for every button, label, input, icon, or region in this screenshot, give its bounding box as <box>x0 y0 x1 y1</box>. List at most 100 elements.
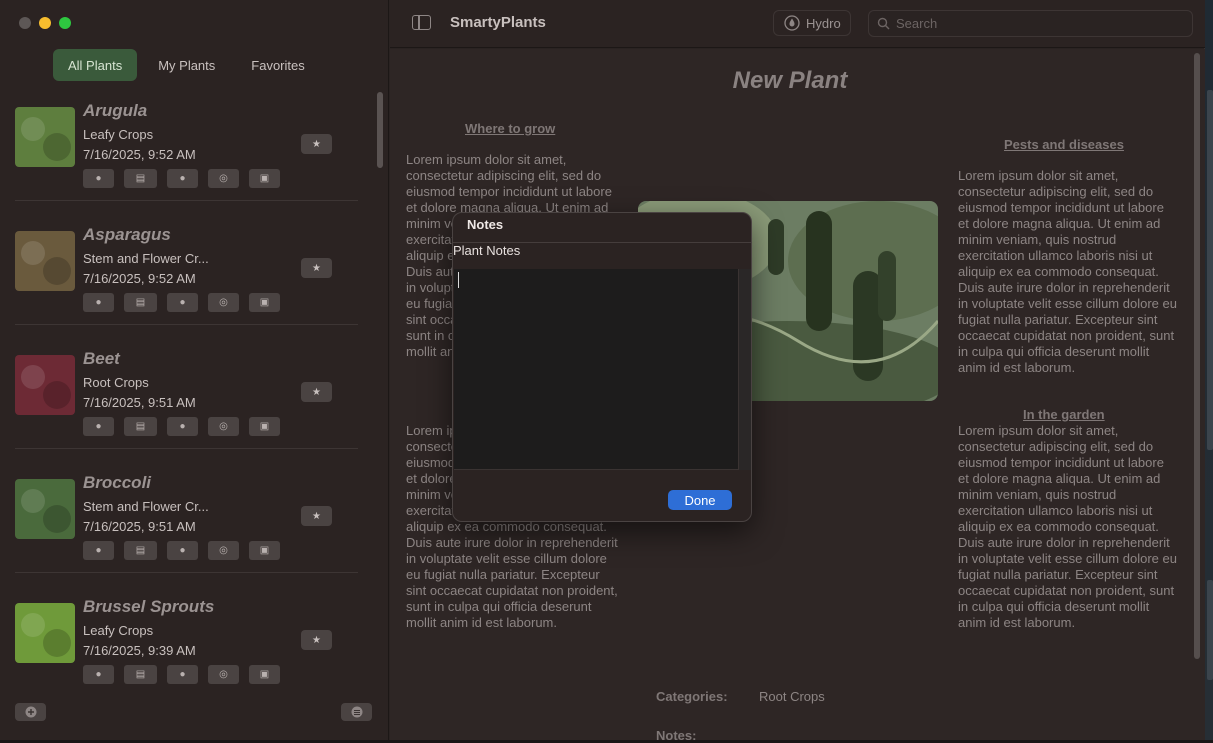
plant-date: 7/16/2025, 9:51 AM <box>83 519 196 534</box>
favorite-star-icon[interactable]: ★ <box>301 630 332 650</box>
add-plant-button[interactable] <box>15 703 46 721</box>
plant-category: Stem and Flower Cr... <box>83 499 209 514</box>
list-divider <box>15 200 358 201</box>
favorite-star-icon[interactable]: ★ <box>301 134 332 154</box>
toolbar: SmartyPlants Hydro Search <box>390 0 1205 48</box>
zoom-window-button[interactable] <box>59 17 71 29</box>
toggle-sidebar-icon[interactable] <box>412 15 431 30</box>
plant-name: Asparagus <box>83 225 171 244</box>
camera-icon[interactable]: ◎ <box>208 169 239 188</box>
pests-heading: Pests and diseases <box>1004 137 1124 152</box>
search-field[interactable]: Search <box>868 10 1193 37</box>
trash-icon[interactable]: ● <box>83 665 114 684</box>
leaf-icon[interactable]: ● <box>167 665 198 684</box>
plant-thumbnail <box>15 479 75 539</box>
plant-filter-tabs: All Plants My Plants Favorites <box>53 49 320 81</box>
leaf-icon[interactable]: ● <box>167 169 198 188</box>
notes-sheet-header: Notes <box>453 213 751 243</box>
photo-icon[interactable]: ▣ <box>249 169 280 188</box>
categories-value: Root Crops <box>759 689 825 704</box>
list-options-button[interactable] <box>341 703 372 721</box>
close-window-button[interactable] <box>19 17 31 29</box>
plant-thumbnail <box>15 355 75 415</box>
camera-icon[interactable]: ◎ <box>208 541 239 560</box>
calendar-icon[interactable]: ▤ <box>124 541 157 560</box>
camera-icon[interactable]: ◎ <box>208 665 239 684</box>
app-window: All Plants My Plants Favorites Arugula Le… <box>0 0 1205 743</box>
camera-icon[interactable]: ◎ <box>208 293 239 312</box>
list-divider <box>15 448 358 449</box>
garden-text: Lorem ipsum dolor sit amet, consectetur … <box>958 423 1177 630</box>
calendar-icon[interactable]: ▤ <box>124 169 157 188</box>
tab-all-plants[interactable]: All Plants <box>53 49 138 81</box>
tab-favorites[interactable]: Favorites <box>236 49 319 81</box>
list-divider <box>15 324 358 325</box>
plant-category: Stem and Flower Cr... <box>83 251 209 266</box>
leaf-icon[interactable]: ● <box>167 417 198 436</box>
calendar-icon[interactable]: ▤ <box>124 417 157 436</box>
plant-notes-label: Plant Notes <box>453 243 521 258</box>
trash-icon[interactable]: ● <box>83 541 114 560</box>
notes-sheet-title: Notes <box>467 217 504 232</box>
tab-my-plants[interactable]: My Plants <box>143 49 230 81</box>
where-to-grow-heading: Where to grow <box>465 121 556 136</box>
leaf-icon[interactable]: ● <box>167 541 198 560</box>
trash-icon[interactable]: ● <box>83 293 114 312</box>
plant-date: 7/16/2025, 9:52 AM <box>83 147 196 162</box>
search-icon <box>877 17 890 30</box>
plant-actions: ● ▤ ● ◎ ▣ <box>83 417 280 436</box>
photo-icon[interactable]: ▣ <box>249 665 280 684</box>
detail-scrollbar[interactable] <box>1194 53 1200 659</box>
list-divider <box>15 572 358 573</box>
plant-list-item[interactable]: Brussel Sprouts Leafy Crops 7/16/2025, 9:3… <box>15 597 358 713</box>
plant-category: Leafy Crops <box>83 127 154 142</box>
photo-icon[interactable]: ▣ <box>249 293 280 312</box>
notes-sheet: Notes Plant Notes Done <box>452 212 752 522</box>
plant-category: Root Crops <box>83 375 149 390</box>
water-drop-icon <box>784 15 800 31</box>
plant-date: 7/16/2025, 9:51 AM <box>83 395 196 410</box>
plant-name: Brussel Sprouts <box>83 597 215 616</box>
hydro-button[interactable]: Hydro <box>773 10 851 36</box>
plant-name: Beet <box>83 349 120 368</box>
plant-actions: ● ▤ ● ◎ ▣ <box>83 293 280 312</box>
notes-scrollbar[interactable] <box>738 269 751 470</box>
camera-icon[interactable]: ◎ <box>208 417 239 436</box>
plant-name: Arugula <box>83 101 148 120</box>
plant-actions: ● ▤ ● ◎ ▣ <box>83 665 280 684</box>
trash-icon[interactable]: ● <box>83 169 114 188</box>
calendar-icon[interactable]: ▤ <box>124 293 157 312</box>
done-button[interactable]: Done <box>668 490 732 510</box>
plant-thumbnail <box>15 231 75 291</box>
desktop-background <box>1205 0 1213 740</box>
calendar-icon[interactable]: ▤ <box>124 665 157 684</box>
sidebar-scrollbar[interactable] <box>377 92 383 168</box>
plant-actions: ● ▤ ● ◎ ▣ <box>83 169 280 188</box>
plant-date: 7/16/2025, 9:52 AM <box>83 271 196 286</box>
trash-icon[interactable]: ● <box>83 417 114 436</box>
photo-icon[interactable]: ▣ <box>249 417 280 436</box>
hydro-label: Hydro <box>806 15 841 31</box>
list-icon <box>351 706 362 718</box>
plant-thumbnail <box>15 603 75 663</box>
leaf-icon[interactable]: ● <box>167 293 198 312</box>
notes-label: Notes: <box>656 728 697 743</box>
search-placeholder: Search <box>896 16 938 31</box>
garden-heading: In the garden <box>1023 407 1105 422</box>
plus-icon <box>25 706 36 718</box>
minimize-window-button[interactable] <box>39 17 51 29</box>
plant-actions: ● ▤ ● ◎ ▣ <box>83 541 280 560</box>
categories-label: Categories: <box>656 689 728 704</box>
plant-date: 7/16/2025, 9:39 AM <box>83 643 196 658</box>
plant-thumbnail <box>15 107 75 167</box>
text-caret <box>458 272 459 288</box>
plant-notes-textarea[interactable] <box>454 269 738 470</box>
sidebar: All Plants My Plants Favorites Arugula Le… <box>0 0 389 740</box>
app-title: SmartyPlants <box>450 14 546 31</box>
favorite-star-icon[interactable]: ★ <box>301 382 332 402</box>
favorite-star-icon[interactable]: ★ <box>301 506 332 526</box>
favorite-star-icon[interactable]: ★ <box>301 258 332 278</box>
photo-icon[interactable]: ▣ <box>249 541 280 560</box>
plant-name: Broccoli <box>83 473 152 492</box>
plant-title: New Plant <box>732 67 848 94</box>
